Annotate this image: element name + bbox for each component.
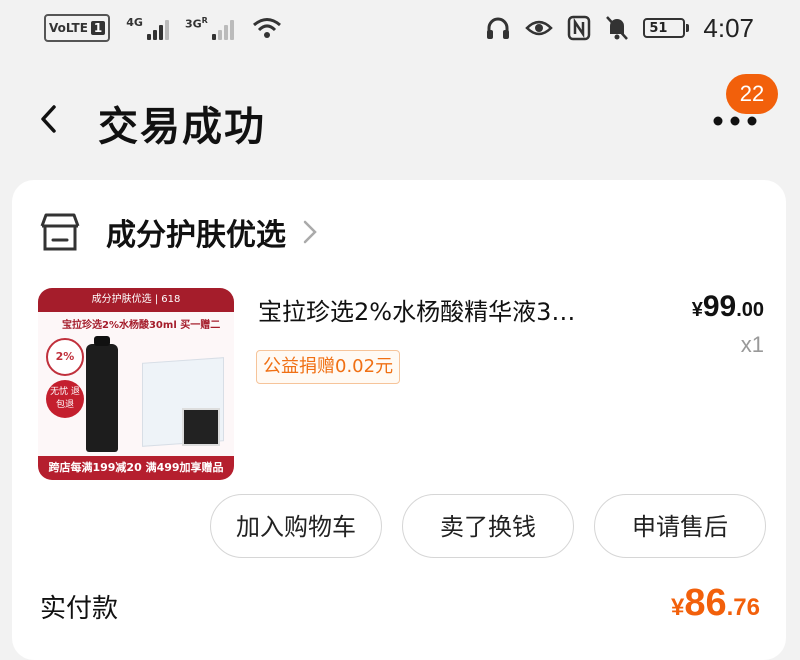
image-pad bbox=[182, 408, 220, 446]
net1-label: 4G bbox=[126, 16, 143, 29]
price-integer: 99 bbox=[702, 290, 737, 323]
signal-bar bbox=[158, 25, 163, 40]
price-symbol: ¥ bbox=[691, 299, 703, 321]
mute-bell-icon bbox=[606, 16, 629, 40]
product-name[interactable]: 宝拉珍选2%水杨酸精华液3… bbox=[258, 292, 658, 327]
status-bar: VoLTE 1 4G 3GR 51 4:07 bbox=[0, 0, 800, 56]
order-card: 成分护肤优选 成分护肤优选 | 618 宝拉珍选2%水杨酸30ml 买一赠二 2… bbox=[12, 180, 786, 660]
notification-badge: 22 bbox=[726, 74, 778, 114]
chevron-left-icon[interactable] bbox=[34, 102, 64, 136]
nfc-icon bbox=[568, 15, 591, 41]
signal-bar bbox=[152, 30, 157, 40]
paid-label: 实付款 bbox=[40, 594, 119, 624]
image-headline: 宝拉珍选2%水杨酸30ml 买一赠二 bbox=[62, 320, 221, 331]
battery-icon: 51 bbox=[643, 18, 690, 38]
chevron-right-icon bbox=[303, 220, 317, 244]
image-percent-badge: 2% bbox=[46, 338, 84, 376]
battery-level: 51 bbox=[643, 18, 686, 38]
battery-tip bbox=[686, 24, 690, 32]
sim1-label: 1 bbox=[90, 21, 106, 35]
signal-bar bbox=[223, 25, 228, 40]
paid-integer: 86 bbox=[684, 582, 727, 624]
eye-icon bbox=[525, 20, 554, 36]
price-decimal: .00 bbox=[736, 299, 764, 321]
roaming-label: R bbox=[201, 16, 208, 25]
product-price: ¥99.00 bbox=[692, 290, 764, 324]
status-left: VoLTE 1 4G 3GR bbox=[44, 14, 282, 42]
headphones-icon bbox=[487, 17, 510, 39]
shop-name: 成分护肤优选 bbox=[106, 218, 286, 253]
signal-4g: 4G bbox=[126, 16, 169, 40]
status-right: 51 4:07 bbox=[485, 12, 754, 44]
paid-decimal: .76 bbox=[726, 594, 760, 621]
charity-tag: 公益捐赠0.02元 bbox=[256, 350, 401, 384]
net2-label: 3GR bbox=[185, 16, 208, 31]
product-image[interactable]: 成分护肤优选 | 618 宝拉珍选2%水杨酸30ml 买一赠二 2% 无忧 退包… bbox=[38, 288, 234, 480]
product-quantity: x1 bbox=[740, 332, 764, 357]
page-title: 交易成功 bbox=[98, 104, 266, 150]
header: 交易成功 22 bbox=[0, 70, 800, 170]
image-top-banner: 成分护肤优选 | 618 bbox=[38, 288, 234, 312]
after-sales-button[interactable]: 申请售后 bbox=[594, 494, 766, 558]
volte-indicator: VoLTE 1 bbox=[44, 14, 111, 42]
shop-header[interactable]: 成分护肤优选 bbox=[38, 208, 318, 256]
signal-bar bbox=[164, 20, 169, 40]
store-icon bbox=[40, 213, 80, 251]
signal-bar bbox=[146, 34, 151, 40]
signal-3g: 3GR bbox=[185, 16, 234, 40]
paid-amount: ¥86.76 bbox=[671, 582, 760, 625]
signal-bar bbox=[211, 34, 216, 40]
volte-label: VoLTE bbox=[49, 21, 88, 35]
resell-button[interactable]: 卖了换钱 bbox=[402, 494, 574, 558]
paid-symbol: ¥ bbox=[670, 594, 685, 621]
image-red-badge: 无忧 退包退 bbox=[46, 380, 84, 418]
net2-text: 3G bbox=[184, 17, 202, 31]
image-bottom-banner: 跨店每满199减20 满499加享赠品 bbox=[38, 456, 234, 480]
clock: 4:07 bbox=[703, 12, 754, 43]
add-to-cart-button[interactable]: 加入购物车 bbox=[210, 494, 382, 558]
wifi-icon bbox=[252, 18, 281, 38]
signal-bar bbox=[217, 30, 222, 40]
signal-bar bbox=[229, 20, 234, 40]
image-bottle bbox=[86, 336, 118, 452]
